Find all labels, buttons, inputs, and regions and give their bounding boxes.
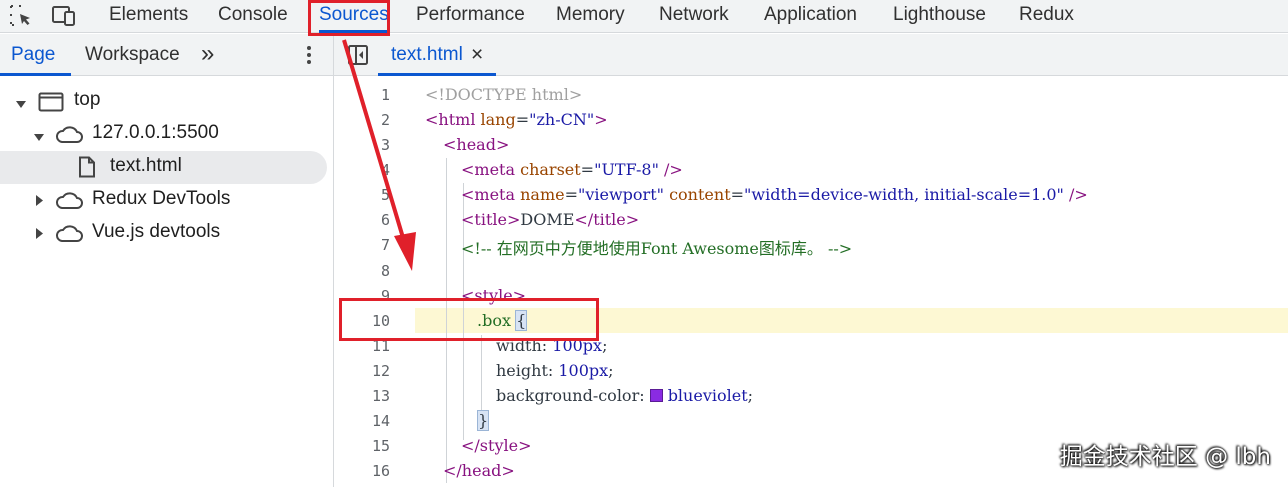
code-token: name (520, 185, 565, 204)
code-token: </title> (574, 210, 640, 229)
code-token: height: (496, 361, 559, 380)
code-token: blueviolet (667, 386, 748, 405)
code-token: content (664, 185, 731, 204)
tree-item-text-html[interactable]: text.html (0, 151, 327, 184)
code-token: ; (747, 386, 754, 405)
tree-item-label: text.html (110, 155, 182, 176)
tab-elements[interactable]: Elements (109, 0, 188, 32)
more-vertical-icon[interactable] (305, 45, 313, 65)
code-line: <meta charset="UTF-8" /> (461, 160, 683, 179)
code-token: "zh-CN" (529, 110, 595, 129)
tab-lighthouse[interactable]: Lighthouse (893, 0, 986, 32)
line-10-highlight-box (339, 298, 599, 341)
line-number[interactable]: 16 (335, 462, 390, 480)
chevron-right-icon[interactable] (35, 194, 45, 212)
code-token: ; (602, 336, 608, 355)
cloud-icon (55, 126, 83, 149)
sources-subbar: Page Workspace » text.html × (0, 34, 1288, 76)
color-swatch[interactable] (649, 389, 663, 402)
devtools-top-tabbar: Elements Console Sources Performance Mem… (0, 0, 1288, 33)
code-token: <meta (461, 185, 521, 204)
tree-item-redux-devtools[interactable]: Redux DevTools (0, 184, 327, 217)
device-toolbar-icon[interactable] (51, 4, 75, 28)
tree-item-label: 127.0.0.1:5500 (92, 122, 219, 143)
tree-item-top[interactable]: top (0, 85, 327, 118)
code-line: <meta name="viewport" content="width=dev… (461, 185, 1088, 204)
chevron-right-icon[interactable] (35, 227, 45, 245)
more-tabs-button[interactable]: » (201, 34, 214, 75)
code-line: <html lang="zh-CN"> (425, 110, 608, 129)
code-line: </head> (443, 461, 515, 480)
chevron-down-icon[interactable] (15, 97, 27, 115)
code-token: "UTF-8" (594, 160, 659, 179)
code-token: background-color: (496, 386, 650, 405)
tree-item-label: Vue.js devtools (92, 221, 221, 242)
tab-application[interactable]: Application (764, 0, 857, 32)
code-token: DOME (520, 210, 575, 229)
tab-redux[interactable]: Redux (1019, 0, 1074, 32)
line-number[interactable]: 12 (335, 362, 390, 380)
code-token: <!-- 在网页中方便地使用Font Awesome图标库。 --> (461, 239, 853, 258)
code-token: /> (658, 160, 683, 179)
tree-item-vue-devtools[interactable]: Vue.js devtools (0, 217, 327, 250)
code-token: lang (480, 110, 516, 129)
code-line: height: 100px; (496, 361, 614, 380)
tab-page[interactable]: Page (0, 34, 72, 76)
code-line: <head> (443, 135, 509, 154)
code-token: = (564, 185, 578, 204)
code-token: = (580, 160, 595, 179)
cloud-icon (55, 225, 83, 248)
tab-workspace[interactable]: Workspace (85, 34, 180, 75)
code-line: <!-- 在网页中方便地使用Font Awesome图标库。 --> (461, 235, 852, 259)
code-line: </style> (461, 436, 531, 455)
code-token: "viewport" (578, 185, 664, 204)
watermark: 掘金技术社区 @ lbh (1059, 444, 1271, 470)
indent-guide (481, 335, 482, 410)
line-number[interactable]: 14 (335, 412, 390, 430)
code-token: } (476, 410, 490, 431)
tree-item-label: Redux DevTools (92, 188, 231, 209)
code-line: <title>DOME</title> (461, 210, 639, 229)
code-line: } (476, 410, 490, 431)
code-token: = (730, 185, 745, 204)
inspect-element-icon[interactable] (9, 4, 33, 28)
tab-memory[interactable]: Memory (556, 0, 625, 32)
line-number[interactable]: 15 (335, 437, 390, 455)
line-number[interactable]: 13 (335, 387, 390, 405)
tree-item-label: top (74, 89, 101, 110)
code-token: <head> (443, 135, 510, 154)
code-token: </head> (443, 461, 515, 480)
file-icon (78, 156, 96, 183)
code-token: 100px (558, 361, 609, 380)
red-arrow-annotation (342, 39, 416, 271)
cloud-icon (55, 192, 83, 215)
tab-network[interactable]: Network (659, 0, 729, 32)
code-token: "width=device-width, initial-scale=1.0" (744, 185, 1064, 204)
close-icon[interactable]: × (471, 34, 483, 76)
tab-console[interactable]: Console (218, 0, 288, 32)
tree-item-host[interactable]: 127.0.0.1:5500 (0, 118, 327, 151)
code-token: </style> (461, 436, 532, 455)
code-token: > (594, 110, 608, 129)
code-token: <meta (461, 160, 521, 179)
code-line: <!DOCTYPE html> (425, 85, 582, 104)
code-token: <html (425, 110, 481, 129)
frame-icon (38, 92, 64, 117)
chevron-down-icon[interactable] (33, 130, 45, 148)
sources-tab-highlight-box (308, 0, 390, 36)
code-line: background-color: blueviolet; (496, 386, 753, 405)
tab-performance[interactable]: Performance (416, 0, 525, 32)
code-token: ; (608, 361, 614, 380)
code-token: /> (1063, 185, 1088, 204)
code-token: <!DOCTYPE html> (425, 85, 583, 104)
code-token: charset (520, 160, 581, 179)
code-token: = (515, 110, 530, 129)
code-token: <title> (461, 210, 521, 229)
